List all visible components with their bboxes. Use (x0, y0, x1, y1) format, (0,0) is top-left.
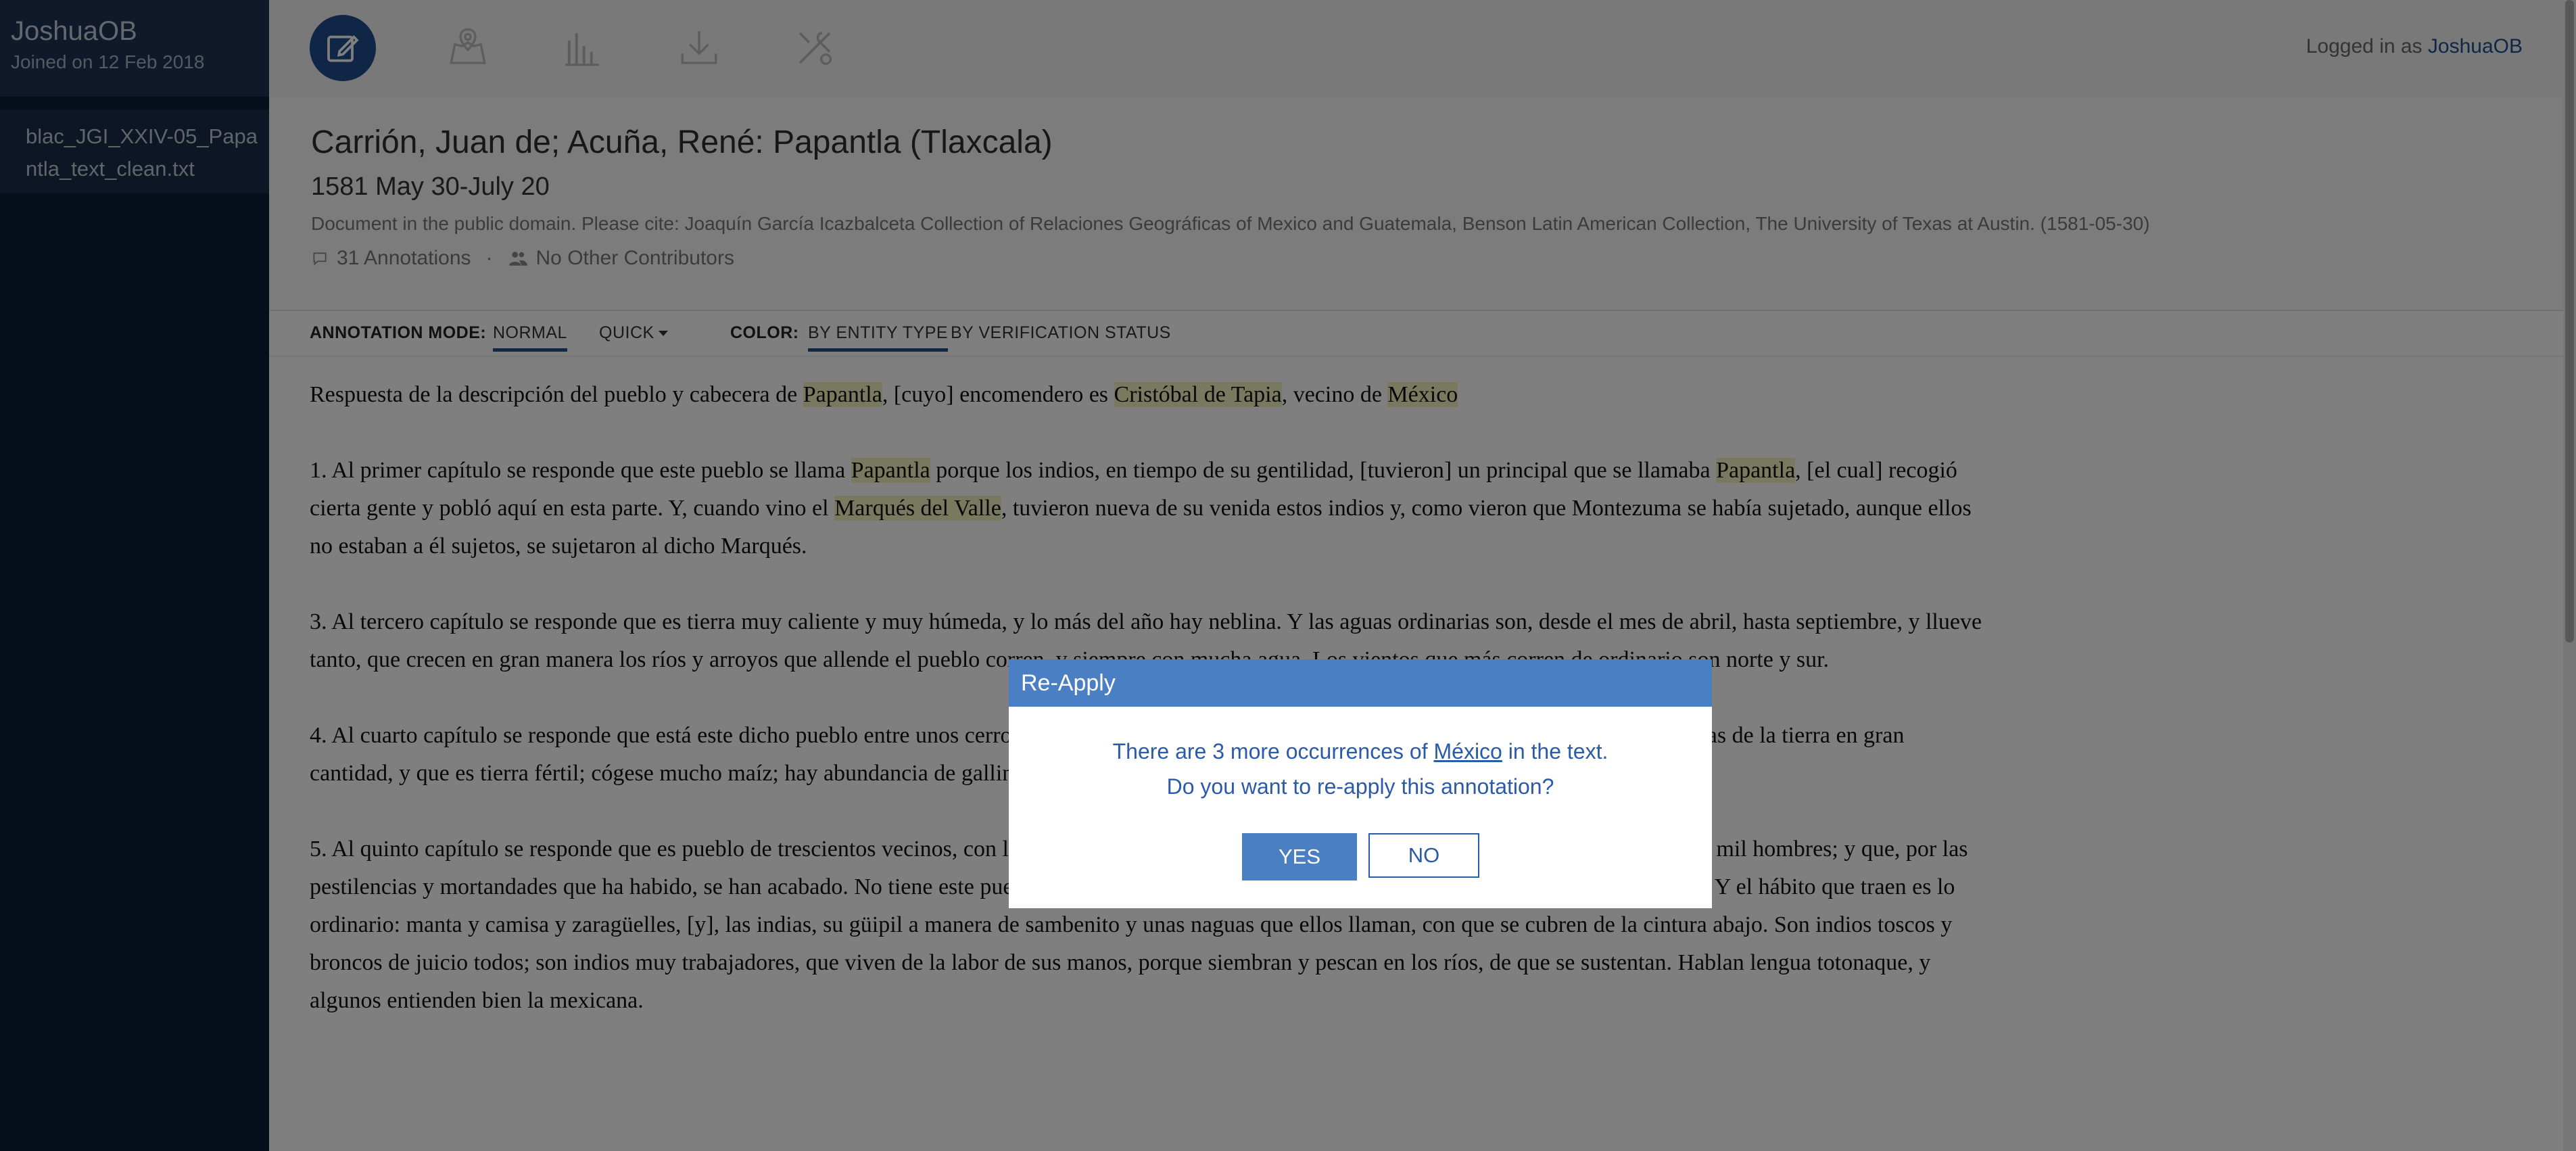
no-button[interactable]: NO (1368, 833, 1479, 878)
dialog-message: There are 3 more occurrences of México i… (1009, 734, 1712, 804)
yes-button[interactable]: YES (1242, 833, 1357, 880)
dialog-line-1: There are 3 more occurrences of México i… (1009, 734, 1712, 769)
modal-backdrop (0, 0, 2576, 1151)
entity-term: México (1433, 739, 1502, 764)
dialog-text-post: in the text. (1502, 739, 1608, 764)
dialog-buttons: YES NO (1009, 833, 1712, 880)
dialog-line-2: Do you want to re-apply this annotation? (1166, 774, 1554, 799)
dialog-text-pre: There are 3 more occurrences of (1112, 739, 1434, 764)
reapply-dialog: Re-Apply There are 3 more occurrences of… (1009, 659, 1712, 908)
dialog-title: Re-Apply (1009, 659, 1712, 707)
